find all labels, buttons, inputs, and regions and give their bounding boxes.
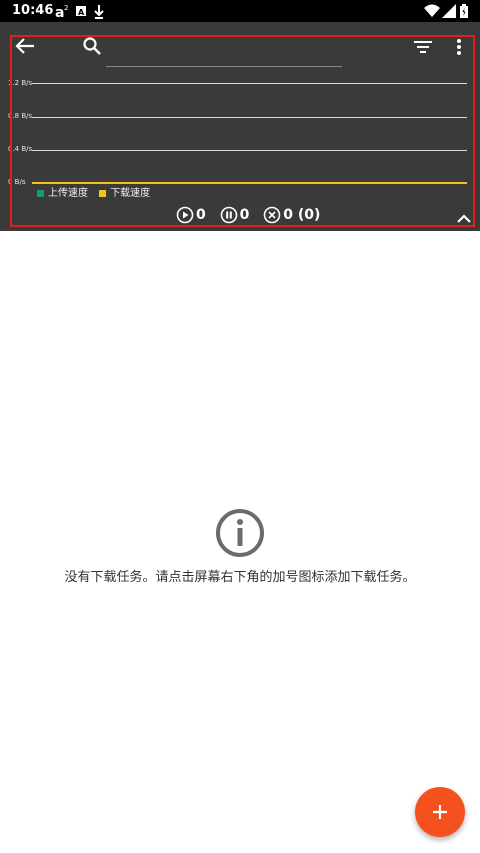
chart-legend: 上传速度 下载速度 bbox=[37, 184, 158, 199]
a-box-icon: A bbox=[75, 2, 87, 20]
paused-count-value: 0 bbox=[239, 207, 250, 223]
signal-icon bbox=[442, 3, 456, 22]
y-tick-label: 1.2 B/s bbox=[8, 79, 33, 87]
info-icon bbox=[216, 509, 264, 557]
play-circle-icon bbox=[176, 206, 194, 224]
failed-count-extra: (0) bbox=[297, 207, 321, 223]
paused-count[interactable]: 0 bbox=[220, 206, 250, 224]
legend-item-download: 下载速度 bbox=[99, 184, 150, 199]
add-task-button[interactable] bbox=[415, 787, 465, 837]
arrow-back-icon bbox=[15, 38, 34, 54]
battery-icon bbox=[460, 3, 468, 22]
svg-text:2: 2 bbox=[64, 4, 68, 12]
chevron-up-icon bbox=[457, 214, 471, 223]
y-tick-label: 0 B/s bbox=[8, 178, 26, 186]
search-icon bbox=[83, 37, 101, 55]
search-button[interactable] bbox=[82, 36, 102, 60]
y-tick-label: 0.8 B/s bbox=[8, 112, 33, 120]
a2-icon: a2 bbox=[55, 2, 71, 21]
running-count[interactable]: 0 bbox=[176, 206, 206, 224]
grid-line bbox=[32, 150, 467, 151]
download-arrow-icon bbox=[93, 2, 105, 20]
empty-message: 没有下载任务。请点击屏幕右下角的加号图标添加下载任务。 bbox=[64, 570, 416, 585]
empty-state: 没有下载任务。请点击屏幕右下角的加号图标添加下载任务。 bbox=[0, 508, 480, 585]
failed-count-value: 0 bbox=[283, 207, 293, 223]
legend-label: 下载速度 bbox=[110, 188, 151, 199]
legend-label: 上传速度 bbox=[48, 188, 88, 199]
grid-line bbox=[32, 117, 467, 118]
task-counts: 0 0 0 (0) bbox=[176, 206, 329, 228]
status-bar: 10:46 a2 A bbox=[0, 0, 480, 22]
legend-item-upload: 上传速度 bbox=[37, 184, 88, 199]
status-time: 10:46 bbox=[12, 3, 54, 18]
pause-circle-icon bbox=[220, 206, 237, 224]
svg-text:A: A bbox=[78, 8, 85, 17]
collapse-button[interactable] bbox=[456, 209, 472, 228]
plus-icon bbox=[433, 805, 447, 819]
filter-icon bbox=[414, 41, 432, 53]
failed-count[interactable]: 0 (0) bbox=[263, 206, 320, 224]
y-tick-label: 0.4 B/s bbox=[8, 145, 33, 153]
filter-button[interactable] bbox=[414, 39, 432, 58]
app-bar bbox=[0, 22, 480, 231]
running-count-value: 0 bbox=[196, 207, 206, 223]
more-options-button[interactable] bbox=[454, 38, 464, 60]
cancel-circle-icon bbox=[263, 206, 281, 224]
search-input[interactable] bbox=[106, 66, 342, 67]
grid-line bbox=[32, 83, 467, 84]
more-vert-icon bbox=[457, 39, 461, 55]
wifi-icon bbox=[424, 3, 440, 22]
back-button[interactable] bbox=[14, 37, 36, 59]
legend-swatch bbox=[99, 189, 107, 197]
legend-swatch bbox=[37, 189, 44, 197]
